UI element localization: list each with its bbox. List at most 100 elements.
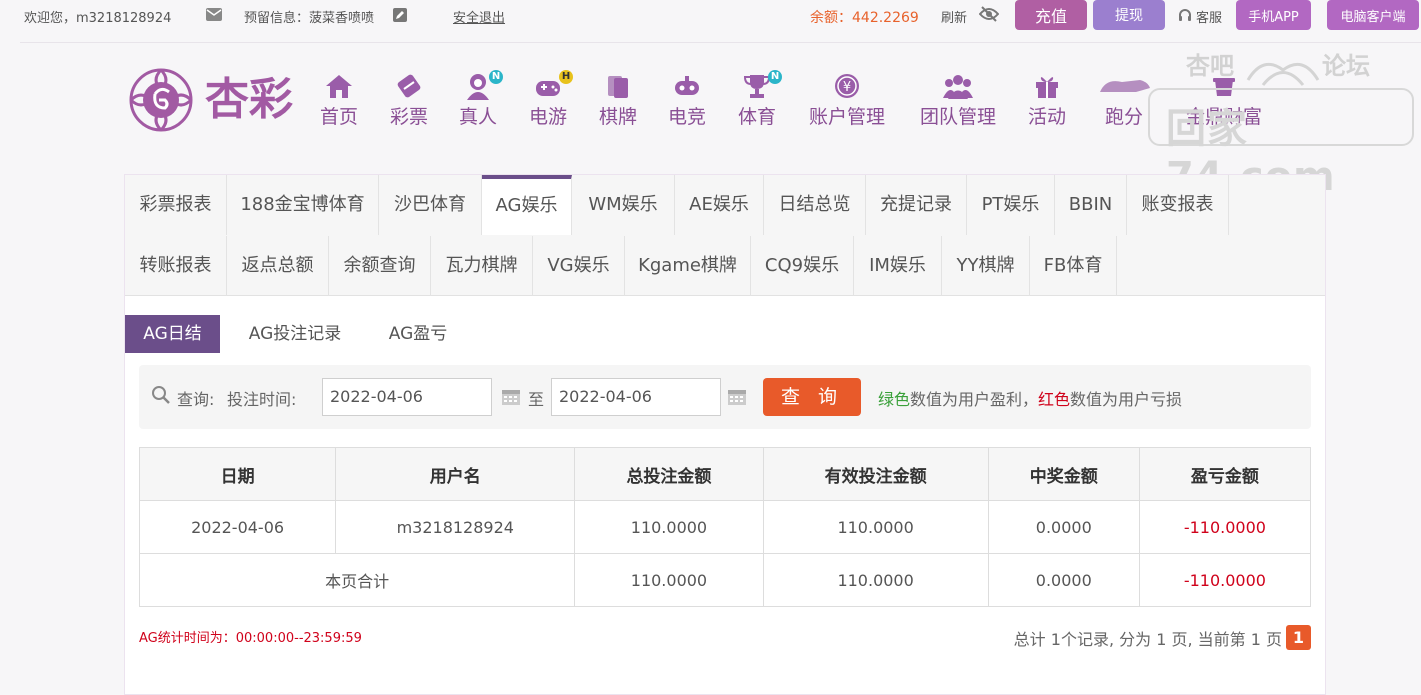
tab-transfer-report[interactable]: 转账报表 [125,236,227,296]
cell-win-amount: 0.0000 [987,500,1140,554]
query-label: 查询: [177,390,215,409]
col-username: 用户名 [335,447,576,501]
site-logo[interactable]: 杏彩 [125,64,310,136]
tab-ag[interactable]: AG娱乐 [482,175,572,235]
nav-live[interactable]: N 真人 [458,70,503,129]
calendar-icon[interactable] [502,388,520,405]
nav-slots[interactable]: H 电游 [528,70,573,129]
watermark: 杏吧 论坛 回家74.com [1148,44,1416,200]
query-bar: 查询: 投注时间: 2022-04-06 至 2022-04-06 查 询 绿色… [139,365,1311,429]
nav-chess[interactable]: 棋牌 [598,72,638,129]
bet-time-label: 投注时间: [227,390,297,409]
trophy-icon: N [742,70,782,100]
total-bet: 110.0000 [574,553,764,607]
tab-188-sports[interactable]: 188金宝博体育 [227,175,379,235]
tab-kgame[interactable]: Kgame棋牌 [625,236,751,296]
tab-vg[interactable]: VG娱乐 [533,236,625,296]
header-divider [20,42,1421,43]
withdraw-button[interactable]: 提现 [1093,0,1165,30]
report-table: 日期 用户名 总投注金额 有效投注金额 中奖金额 盈亏金额 2022-04-06… [138,447,1312,607]
team-icon [917,72,999,100]
headset-icon[interactable] [1178,8,1192,26]
top-bar: 欢迎您，m3218128924 预留信息：菠菜香喷喷 安全退出 余额：442.2… [0,0,1421,32]
esports-icon [667,72,707,100]
col-date: 日期 [138,447,337,501]
total-label: 本页合计 [138,553,576,607]
table-header-row: 日期 用户名 总投注金额 有效投注金额 中奖金额 盈亏金额 [138,447,1312,501]
tab-rebate-total[interactable]: 返点总额 [227,236,329,296]
logout-link[interactable]: 安全退出 [453,7,505,26]
tab-yy-chess[interactable]: YY棋牌 [942,236,1030,296]
nav-home[interactable]: 首页 [319,72,359,129]
nav-esports[interactable]: 电竞 [667,72,707,129]
home-icon [319,72,359,100]
cell-date: 2022-04-06 [138,500,337,554]
table-row: 2022-04-06 m3218128924 110.0000 110.0000… [138,500,1312,554]
pager-summary: 总计 1个记录, 分为 1 页, 当前第 1 页 [1013,629,1282,649]
recharge-button[interactable]: 充值 [1015,0,1087,30]
tab-account-change[interactable]: 账变报表 [1127,175,1229,235]
nav-label: 电游 [528,106,567,128]
tab-daily-overview[interactable]: 日结总览 [764,175,866,235]
tab-bbin[interactable]: BBIN [1055,175,1127,235]
service-link[interactable]: 客服 [1196,7,1222,26]
ornament-icon [1246,62,1320,86]
refresh-label[interactable]: 刷新 [941,7,967,26]
tab-balance-query[interactable]: 余额查询 [329,236,431,296]
cell-valid-bet: 110.0000 [762,500,989,554]
nav-team[interactable]: 团队管理 [917,72,999,129]
pc-client-button[interactable]: 电脑客户端 [1327,0,1419,30]
balance-value: 442.2269 [852,10,919,26]
tab-im[interactable]: IM娱乐 [854,236,942,296]
stat-time-note: AG统计时间为：00:00:00--23:59:59 [139,631,362,646]
calendar-icon[interactable] [728,388,746,405]
tab-lottery-report[interactable]: 彩票报表 [125,175,227,235]
edit-icon[interactable] [393,8,407,26]
cell-username: m3218128924 [335,500,576,554]
nav-run[interactable]: 跑分 [1096,72,1152,129]
date-to-label: 至 [528,390,545,409]
run-icon [1096,72,1152,100]
cards-icon [598,72,638,100]
badge-hot: H [559,70,573,84]
tab-wali-chess[interactable]: 瓦力棋牌 [431,236,533,296]
nav-label: 跑分 [1104,106,1143,128]
start-date-input[interactable]: 2022-04-06 [322,378,492,416]
tab-fb-sports[interactable]: FB体育 [1030,236,1117,296]
watermark-top-left: 杏吧 [1186,52,1234,80]
live-dealer-icon: N [463,70,503,100]
cell-profit-loss: -110.0000 [1138,500,1312,554]
tab-ae[interactable]: AE娱乐 [675,175,764,235]
nav-label: 棋牌 [598,106,637,128]
nav-lottery[interactable]: 彩票 [389,72,429,129]
subtab-ag-bets[interactable]: AG投注记录 [235,315,355,353]
welcome-text: 欢迎您，m3218128924 [24,11,172,26]
tab-wm[interactable]: WM娱乐 [572,175,675,235]
gamepad-icon: H [533,70,573,100]
col-total-bet: 总投注金额 [574,447,764,501]
color-hint: 绿色数值为用户盈利，红色数值为用户亏损 [878,390,1183,409]
badge-new: N [768,70,782,84]
total-win: 0.0000 [987,553,1140,607]
nav-sports[interactable]: N 体育 [737,70,782,129]
nav-label: 团队管理 [919,106,996,128]
yen-coin-icon: ¥ [806,72,888,100]
query-button[interactable]: 查 询 [763,378,861,416]
nav-label: 账户管理 [808,106,885,128]
tab-deposit-withdraw[interactable]: 充提记录 [866,175,967,235]
nav-label: 真人 [458,106,497,128]
report-panel: 彩票报表 188金宝博体育 沙巴体育 AG娱乐 WM娱乐 AE娱乐 日结总览 充… [124,174,1326,695]
subtab-ag-pnl[interactable]: AG盈亏 [375,315,461,353]
subtab-ag-daily[interactable]: AG日结 [125,315,220,353]
mail-icon[interactable] [206,8,222,25]
eye-off-icon[interactable] [978,6,1000,26]
tab-pt[interactable]: PT娱乐 [967,175,1055,235]
mobile-app-button[interactable]: 手机APP [1236,0,1311,30]
nav-activity[interactable]: 活动 [1027,72,1067,129]
tab-cq9[interactable]: CQ9娱乐 [751,236,854,296]
badge-new: N [489,70,503,84]
tab-saba-sports[interactable]: 沙巴体育 [379,175,482,235]
page-button-current[interactable]: 1 [1286,625,1311,650]
nav-account[interactable]: ¥ 账户管理 [806,72,888,129]
end-date-input[interactable]: 2022-04-06 [551,378,721,416]
